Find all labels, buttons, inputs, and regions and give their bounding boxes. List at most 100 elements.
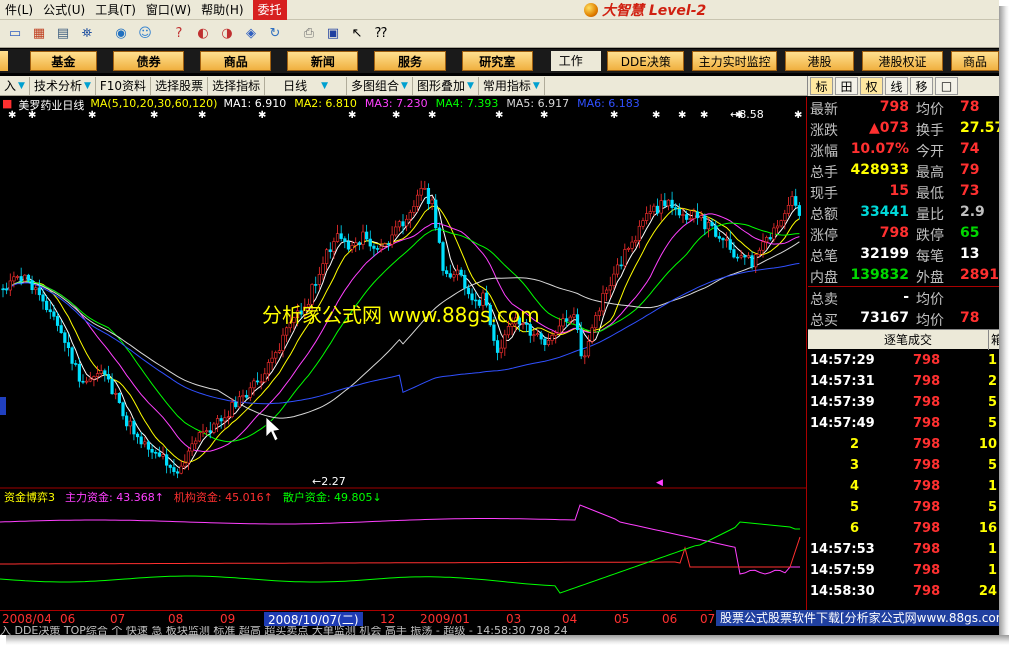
arrow-icon[interactable]: ↖ (346, 23, 368, 45)
tab-move[interactable]: 移 (910, 77, 933, 95)
globe-icon[interactable]: ◉ (110, 23, 132, 45)
sync-icon[interactable]: ↻ (264, 23, 286, 45)
link-icon[interactable]: ◐ (192, 23, 214, 45)
candle-body (332, 241, 336, 252)
menu-item-tools[interactable]: 工具(T) (90, 0, 141, 20)
event-marker-icon[interactable]: ✱ (348, 110, 356, 121)
candle-body (437, 227, 441, 243)
dropdown-arrow-icon[interactable]: ▼ (533, 77, 540, 95)
nav-hk-warrant-button[interactable]: 港股权证 (862, 51, 943, 71)
menu-item-window[interactable]: 窗口(W) (141, 0, 196, 20)
nav-news-button[interactable]: 新闻 (287, 51, 359, 71)
tool-multi-chart[interactable]: 多图组合 ▼ (347, 76, 413, 95)
event-marker-icon[interactable]: ✱ (794, 110, 802, 121)
candle-body (205, 430, 209, 433)
candle-body (754, 254, 758, 268)
nav-fund-button[interactable]: 基金 (29, 51, 97, 71)
candle-body (41, 294, 45, 302)
tool-select-stock[interactable]: 选择股票 (151, 76, 209, 95)
candle-body (226, 416, 231, 419)
nav-bond-button[interactable]: 债券 (113, 51, 185, 71)
trade-volume: 1 (987, 563, 997, 578)
trade-volume: 5 (987, 458, 997, 473)
ad-banner[interactable]: 股票公式股票软件下载[分析家公式网www.88gs.com] (716, 610, 999, 626)
date-label: 08 (168, 612, 184, 626)
kline-chart[interactable]: ✱ ✱ ✱ ✱ ✱ ✱ ✱ ✱ ✱ ✱ ✱ ✱ ✱ ✱ ✱ ✱ ✱ (0, 97, 807, 610)
left-scroll-tab[interactable] (0, 397, 6, 415)
dropdown-arrow-icon[interactable]: ▼ (401, 77, 408, 95)
dropdown-arrow-icon[interactable]: ▼ (467, 77, 474, 95)
quote-label: 涨幅 (810, 144, 838, 160)
ma-line-6 (2, 262, 800, 405)
tab-grid[interactable]: 田 (835, 77, 858, 95)
quote-row: 涨幅 10.07% 今开 74 (808, 139, 999, 160)
nav-dde-button[interactable]: DDE决策 (607, 51, 685, 71)
menu-item-formula[interactable]: 公式(U) (38, 0, 90, 20)
help-icon[interactable]: ? (168, 23, 190, 45)
candle-body (143, 441, 147, 445)
tool-tech-analysis[interactable]: 技术分析 ▼ (30, 76, 96, 95)
grid-icon[interactable]: ▤ (52, 23, 74, 45)
tab-box[interactable]: □ (935, 77, 958, 95)
menu-item-order[interactable]: 委托 (252, 0, 287, 20)
event-marker-icon[interactable]: ✱ (428, 110, 436, 121)
candle-body (48, 309, 52, 313)
tool-overlay[interactable]: 图形叠加 ▼ (413, 76, 479, 95)
chart-icon[interactable]: ▦ (28, 23, 50, 45)
kline-chart-area[interactable]: ✱ ✱ ✱ ✱ ✱ ✱ ✱ ✱ ✱ ✱ ✱ ✱ ✱ ✱ ✱ ✱ ✱ ■ 美罗药业 日线 MA(5,10,20,3… (0, 97, 807, 610)
nav-hk-button[interactable]: 港股 (784, 51, 855, 71)
event-marker-icon[interactable]: ✱ (8, 110, 16, 121)
tool-enter[interactable]: 入 ▼ (0, 76, 30, 95)
event-marker-icon[interactable]: ✱ (678, 110, 686, 121)
binoculars-icon[interactable]: ⛯ (76, 23, 98, 45)
tab-line[interactable]: 线 (885, 77, 908, 95)
trade-time: 2 (849, 437, 859, 452)
tool-daily[interactable]: 日线 ▼ (265, 76, 348, 95)
brand-name: 大智慧 Level-2 (602, 3, 707, 19)
date-label: 06 (60, 612, 76, 626)
event-marker-icon[interactable]: ✱ (150, 110, 158, 121)
tab-rights[interactable]: 权 (860, 77, 883, 95)
tool-common-indicator[interactable]: 常用指标 ▼ (479, 76, 545, 95)
event-marker-icon[interactable]: ✱ (652, 110, 660, 121)
monitor-icon[interactable]: ▭ (4, 23, 26, 45)
dropdown-arrow-icon[interactable]: ▼ (321, 77, 328, 95)
nav-commodity-button[interactable]: 商品 (200, 51, 272, 71)
event-marker-icon[interactable]: ✱ (88, 110, 96, 121)
menu-item-help[interactable]: 帮助(H) (196, 0, 248, 20)
nav-service-button[interactable]: 服务 (374, 51, 446, 71)
dropdown-arrow-icon[interactable]: ▼ (18, 77, 25, 95)
candle-body (234, 402, 238, 408)
tool-f10[interactable]: F10资料 (96, 76, 152, 95)
nav-research-button[interactable]: 研究室 (461, 51, 533, 71)
candle-body (463, 274, 467, 289)
candle-body (405, 218, 409, 227)
quote-row: 内盘 139832 外盘 28910 (808, 265, 999, 286)
event-marker-icon[interactable]: ✱ (610, 110, 618, 121)
trade-volume: 16 (978, 521, 997, 536)
tool-select-indicator[interactable]: 选择指标 (208, 76, 266, 95)
event-marker-icon[interactable]: ✱ (198, 110, 206, 121)
print-icon[interactable]: ⎙ (298, 23, 320, 45)
event-marker-icon[interactable]: ✱ (700, 110, 708, 121)
candle-body (423, 188, 427, 190)
window-icon[interactable]: ▣ (322, 23, 344, 45)
event-marker-icon[interactable]: ✱ (495, 110, 503, 121)
event-marker-icon[interactable]: ✱ (258, 110, 266, 121)
candle-body (615, 264, 620, 275)
refresh-icon[interactable]: ◑ (216, 23, 238, 45)
tab-mark[interactable]: 标 (810, 77, 833, 95)
candle-body (1, 288, 5, 291)
event-marker-icon[interactable]: ✱ (540, 110, 548, 121)
nav-commodity2-button[interactable]: 商品 (950, 51, 999, 71)
candle-body (772, 227, 776, 240)
people-icon[interactable]: ☺ (134, 23, 156, 45)
help-cursor-icon[interactable]: ⁇ (370, 23, 392, 45)
menu-item-file[interactable]: 件(L) (0, 0, 38, 20)
nav-monitor-button[interactable]: 主力实时监控 (692, 51, 777, 71)
dropdown-arrow-icon[interactable]: ▼ (84, 77, 91, 95)
shield-icon[interactable]: ◈ (240, 23, 262, 45)
candle-body (150, 448, 154, 453)
bottom-area: 2008/04 06 07 08 09 2008/10/07(二) 12 200… (0, 610, 999, 635)
event-marker-icon[interactable]: ✱ (392, 110, 400, 121)
